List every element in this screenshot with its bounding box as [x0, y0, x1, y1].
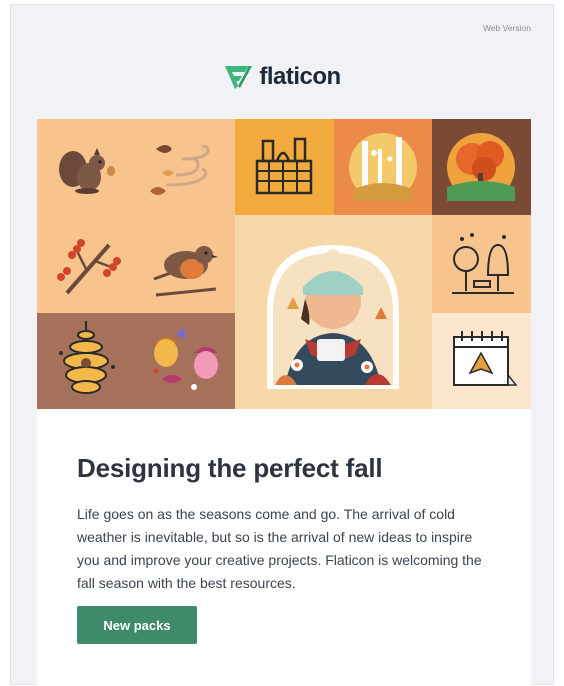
tile-robin: [136, 215, 235, 313]
new-packs-button[interactable]: New packs: [77, 606, 197, 644]
tile-rowan-berries: [37, 215, 136, 313]
logo-text: flaticon: [259, 63, 341, 90]
hero-illustration-grid[interactable]: [37, 119, 531, 409]
web-version-link[interactable]: Web Version: [483, 23, 531, 33]
email-container: Web Version flaticon Designing the perfe…: [10, 4, 554, 686]
email-viewport: Web Version flaticon Designing the perfe…: [0, 0, 564, 686]
tile-calendar: [432, 313, 531, 409]
tile-picnic-basket: [235, 119, 334, 215]
flaticon-logo-icon: [225, 66, 253, 89]
tile-birch-forest: [334, 119, 432, 215]
beehive-icon: [59, 321, 115, 394]
acorns-icon: [153, 327, 218, 390]
rowan-berries-branch-icon: [57, 239, 121, 295]
content-card: Designing the perfect fall Life goes on …: [37, 409, 531, 686]
intro-paragraph: Life goes on as the seasons come and go.…: [77, 506, 482, 591]
squirrel-icon: [59, 148, 115, 194]
robin-bird-icon: [153, 246, 218, 297]
picnic-basket-icon: [255, 137, 313, 195]
tile-autumn-tree: [432, 119, 531, 215]
autumn-calendar-icon: [453, 331, 518, 386]
tile-park-trees: [432, 215, 531, 313]
tile-squirrel: [37, 119, 136, 215]
page-title: Designing the perfect fall: [77, 453, 383, 483]
autumn-wind-leaves-icon: [150, 145, 210, 195]
autumn-tree-icon: [447, 133, 515, 201]
park-trees-bench-icon: [452, 233, 514, 294]
tile-person-warm-drink: [235, 215, 432, 409]
person-with-warm-drink-illustration: [267, 245, 399, 389]
tile-beehive: [37, 313, 136, 409]
tile-wind-leaves: [136, 119, 235, 215]
birch-forest-icon: [349, 133, 417, 201]
tile-acorns: [136, 313, 235, 409]
flaticon-logo[interactable]: flaticon: [11, 63, 553, 91]
